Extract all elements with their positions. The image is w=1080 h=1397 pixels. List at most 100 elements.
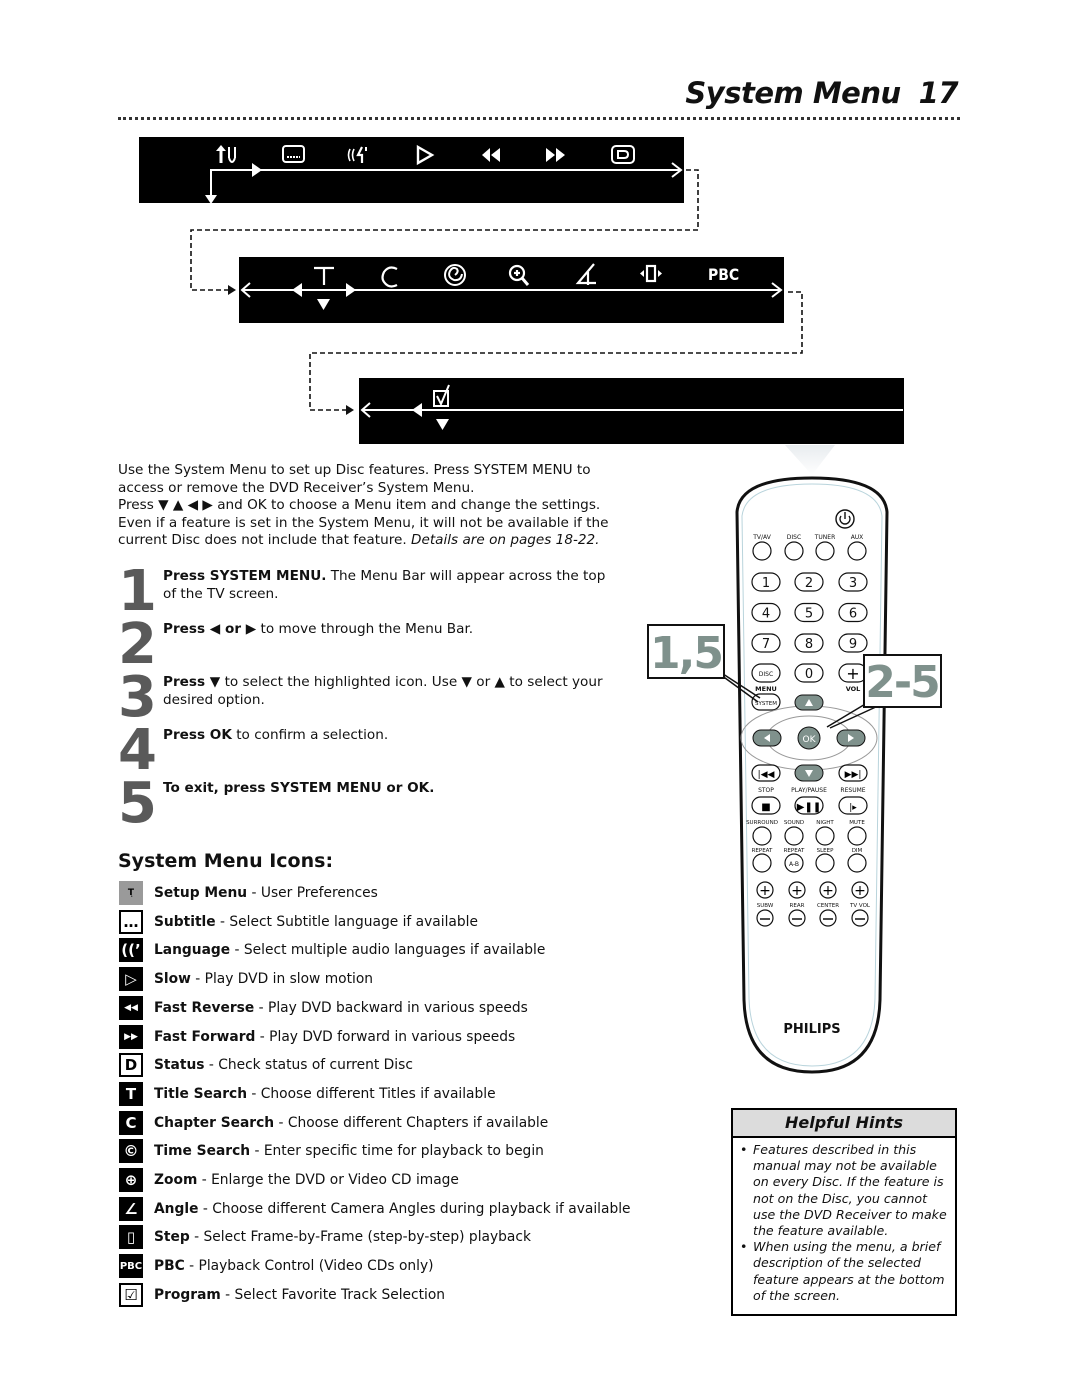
- philips-logo: PHILIPS: [783, 1022, 840, 1037]
- remote-label: OK: [803, 735, 817, 745]
- remote-label: 5: [805, 607, 813, 622]
- remote-label: 4: [762, 607, 770, 622]
- remote-label: PLAY/PAUSE: [791, 787, 827, 794]
- rear-down-button[interactable]: [788, 909, 806, 927]
- remote-label: 3: [849, 576, 857, 591]
- icon-legend-item: ((’ Language - Select multiple audio lang…: [119, 938, 546, 963]
- icon-legend-label: Program - Select Favorite Track Selectio…: [154, 1287, 445, 1303]
- icon-legend-item: ▷ Slow - Play DVD in slow motion: [119, 967, 374, 992]
- zoom-icon: ⊕: [119, 1168, 143, 1192]
- icon-legend-label: Zoom - Enlarge the DVD or Video CD image: [154, 1172, 459, 1188]
- surround-button[interactable]: [752, 826, 772, 846]
- icon-legend-desc: - Enlarge the DVD or Video CD image: [197, 1172, 459, 1188]
- step-text: to select the highlighted icon. Use ▼ or…: [163, 674, 603, 708]
- icon-legend-item: PBC PBC - Playback Control (Video CDs onl…: [119, 1254, 434, 1279]
- source-button-aux[interactable]: [847, 541, 867, 561]
- remote-label: MENU: [755, 685, 777, 693]
- icon-legend-label: Chapter Search - Choose different Chapte…: [154, 1115, 548, 1131]
- step-bold: Press ▼: [163, 674, 221, 690]
- icon-legend-item: Tͅ Setup Menu - User Preferences: [119, 881, 378, 905]
- icon-legend-label: Fast Forward - Play DVD forward in vario…: [154, 1029, 515, 1045]
- remote-label: NIGHT: [816, 820, 834, 826]
- icon-legend-desc: - Select multiple audio languages if ava…: [230, 942, 546, 959]
- pbc-icon: PBC: [119, 1254, 143, 1279]
- icon-legend-item: T Title Search - Choose different Titles …: [119, 1081, 496, 1106]
- plus-icon: +: [822, 883, 834, 899]
- step-text: to confirm a selection.: [231, 727, 389, 743]
- icon-legend-name: Time Search: [154, 1143, 251, 1160]
- source-button-tuner[interactable]: [815, 541, 835, 561]
- icon-legend-name: Angle: [154, 1200, 199, 1217]
- icon-legend-label: Step - Select Frame-by-Frame (step-by-st…: [154, 1229, 531, 1245]
- plus-icon: +: [854, 883, 866, 899]
- step-bold: Press ◀ or ▶: [163, 621, 257, 637]
- repeat-button[interactable]: [752, 853, 772, 873]
- play-pause-icon: ▶❚❚: [797, 802, 821, 813]
- icon-legend-item: D Status - Check status of current Disc: [119, 1053, 413, 1078]
- fast-reverse-icon: ◀◀: [119, 995, 143, 1020]
- remote-label: DIM: [852, 848, 863, 854]
- icon-legend-desc: - Select Frame-by-Frame (step-by-step) p…: [189, 1229, 531, 1246]
- chapter-search-icon: C: [119, 1110, 143, 1135]
- status-icon: D: [119, 1053, 143, 1078]
- remote-label: TV VOL: [849, 903, 871, 909]
- icon-legend-item: C Chapter Search - Choose different Chapt…: [119, 1110, 548, 1135]
- remote-label: 0: [805, 667, 813, 682]
- icons-section-title: System Menu Icons:: [118, 850, 334, 872]
- step-number: 5: [118, 771, 157, 836]
- icon-legend-label: PBC - Playback Control (Video CDs only): [154, 1258, 434, 1274]
- icon-legend-desc: - Choose different Camera Angles during …: [198, 1200, 631, 1217]
- dim-button[interactable]: [847, 853, 867, 873]
- remote-label: A-B: [789, 861, 799, 868]
- night-button[interactable]: [815, 826, 835, 846]
- icon-legend-item: ☑ Program - Select Favorite Track Selecti…: [119, 1282, 445, 1307]
- icon-legend-label: Fast Reverse - Play DVD backward in vari…: [154, 1000, 528, 1016]
- remote-label: SURROUND: [746, 820, 778, 826]
- icon-legend-desc: - Check status of current Disc: [204, 1057, 413, 1074]
- intro-details: Details are on pages 18-22.: [411, 532, 600, 549]
- icon-legend-label: Status - Check status of current Disc: [154, 1057, 413, 1073]
- step-bold: Press SYSTEM MENU.: [163, 568, 327, 584]
- remote-label: 2: [805, 576, 813, 591]
- remote-label: REPEAT: [784, 848, 805, 854]
- step-bold: To exit, press SYSTEM MENU or OK.: [163, 780, 435, 796]
- center-down-button[interactable]: [819, 909, 837, 927]
- remote-control: TV/AV DISC TUNER AUX 1 2 3 4 5 6 7 8 9 DISC MENU SYSTEM…: [647, 445, 942, 1074]
- language-icon: ((’: [119, 938, 143, 963]
- step-text: to move through the Menu Bar.: [256, 621, 474, 637]
- subw-down-button[interactable]: [756, 909, 774, 927]
- remote-label: VOL: [846, 685, 861, 693]
- remote-label: CENTER: [817, 903, 839, 909]
- icon-legend-name: Program: [154, 1286, 221, 1303]
- icon-legend-desc: - Enter specific time for playback to be…: [250, 1143, 544, 1160]
- icon-legend-name: Slow: [154, 971, 191, 988]
- remote-label: DISC: [787, 534, 801, 541]
- sleep-button[interactable]: [815, 853, 835, 873]
- helpful-hints-box: Helpful Hints Features described in this…: [731, 1108, 957, 1316]
- remote-label: 1,5: [650, 628, 722, 679]
- remote-label: 7: [762, 637, 770, 652]
- remote-label: SOUND: [784, 820, 804, 826]
- icon-legend-desc: - Playback Control (Video CDs only): [184, 1258, 434, 1275]
- icon-legend-item: © Time Search - Enter specific time for p…: [119, 1139, 544, 1164]
- page-title: System Menu: [685, 76, 901, 110]
- source-button-tvav[interactable]: [752, 541, 772, 561]
- remote-label: 6: [849, 607, 857, 622]
- remote-label: REAR: [790, 903, 805, 909]
- icon-legend-desc: - Play DVD in slow motion: [190, 971, 374, 988]
- sound-button[interactable]: [784, 826, 804, 846]
- power-button: [835, 509, 855, 529]
- remote-label: TUNER: [814, 534, 836, 541]
- mute-button[interactable]: [847, 826, 867, 846]
- page-header: System Menu 17: [685, 76, 958, 110]
- source-button-disc[interactable]: [784, 541, 804, 561]
- remote-label: 2-5: [865, 657, 939, 708]
- page-number: 17: [918, 76, 959, 110]
- tv-vol-down-button[interactable]: [851, 909, 869, 927]
- step-icon: ▯: [119, 1225, 143, 1250]
- icon-legend-item: ▯ Step - Select Frame-by-Frame (step-by-s…: [119, 1225, 531, 1250]
- resume-icon: |▸: [849, 803, 857, 813]
- remote-label: RESUME: [840, 787, 865, 794]
- angle-icon: ∠: [119, 1196, 143, 1221]
- subtitle-icon: …: [119, 909, 143, 934]
